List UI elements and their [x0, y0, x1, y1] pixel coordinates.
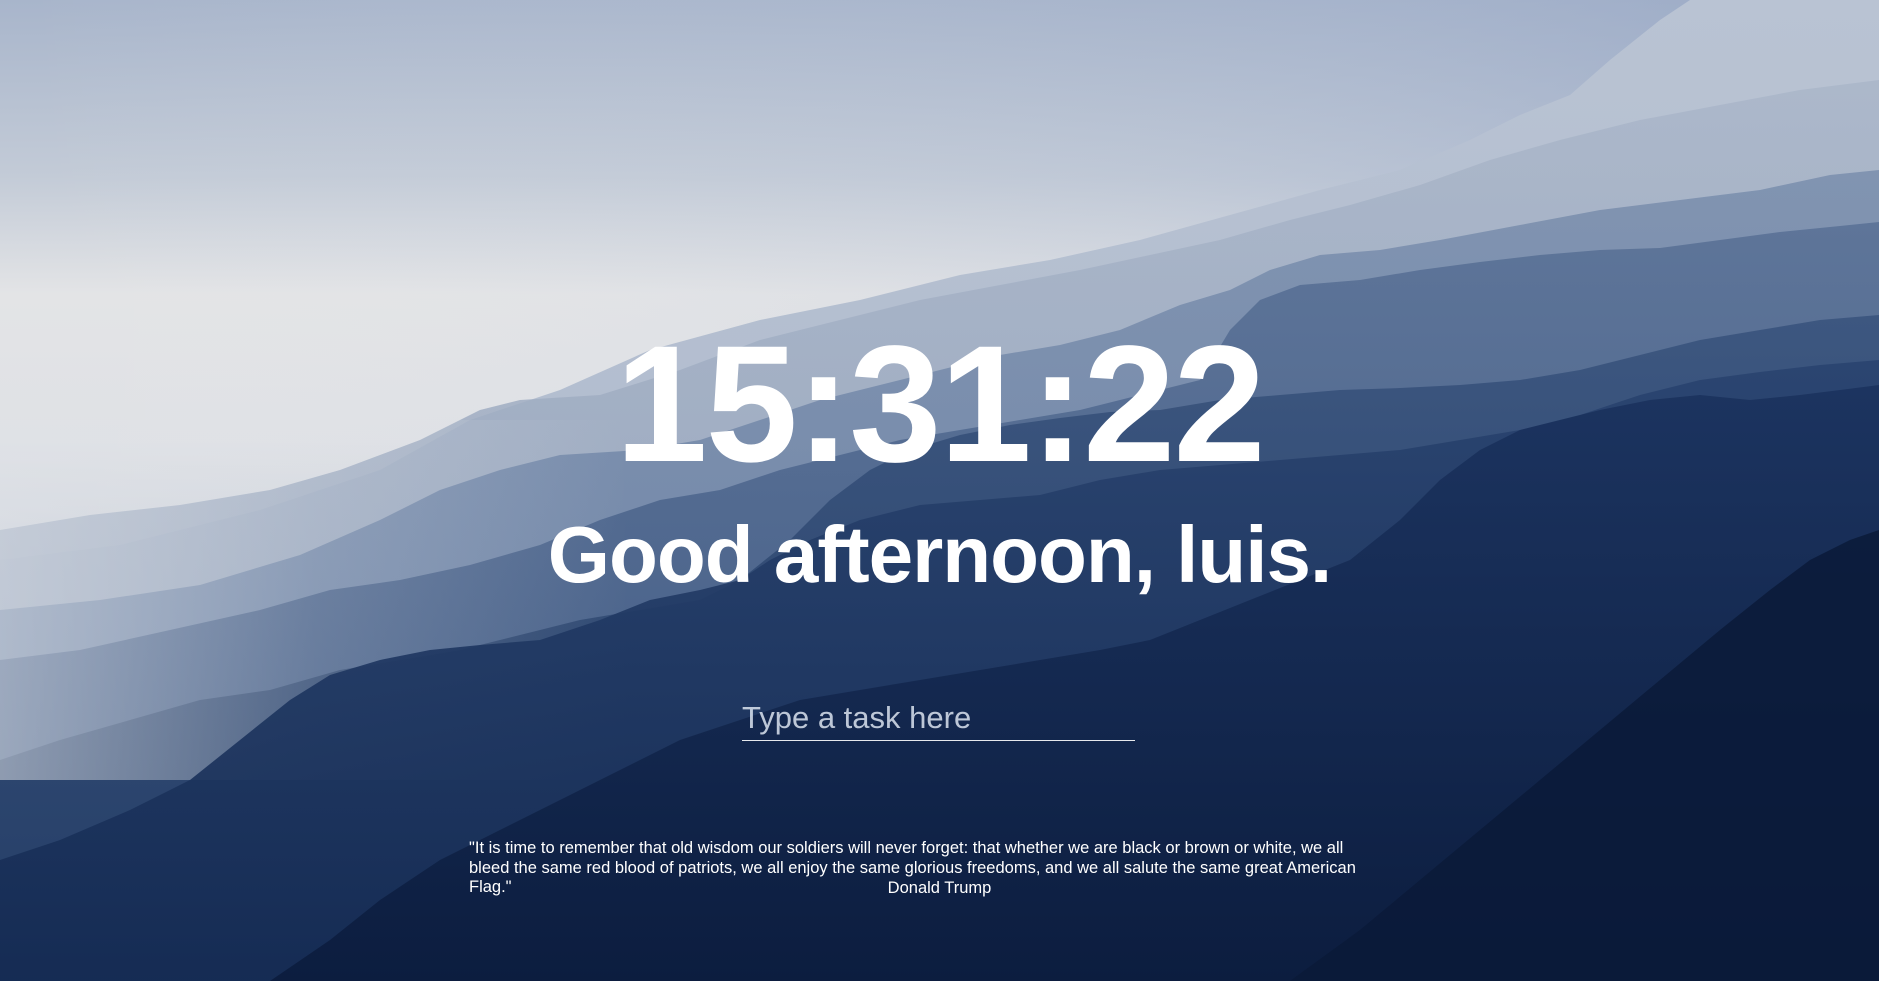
dashboard-content: 15:31:22 Good afternoon, luis. "It is ti… [0, 0, 1879, 981]
task-field-container [742, 696, 1135, 741]
task-input[interactable] [742, 696, 1135, 740]
new-tab-dashboard: 15:31:22 Good afternoon, luis. "It is ti… [0, 0, 1879, 981]
greeting-text: Good afternoon, luis. [547, 510, 1332, 599]
clock-time: 15:31:22 [615, 312, 1266, 497]
quote-author: Donald Trump [887, 879, 992, 897]
